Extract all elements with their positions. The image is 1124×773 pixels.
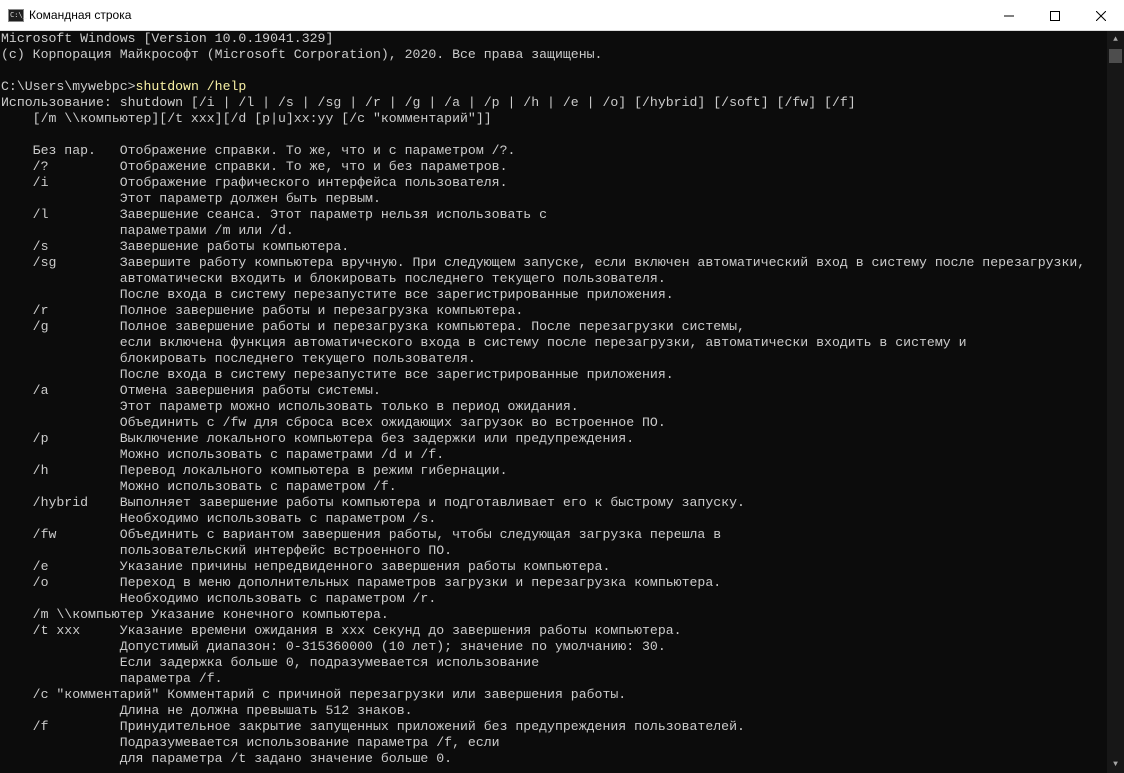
typed-command: shutdown /help (135, 79, 247, 94)
console-line: /fw Объединить с вариантом завершения ра… (1, 527, 722, 542)
console-line: /r Полное завершение работы и перезагруз… (1, 303, 524, 318)
window-controls (986, 0, 1124, 31)
scroll-up-arrow-icon[interactable]: ▲ (1107, 31, 1124, 48)
console-line: /? Отображение справки. То же, что и без… (1, 159, 508, 174)
console-line: Можно использовать с параметрами /d и /f… (1, 447, 445, 462)
console-line: (c) Корпорация Майкрософт (Microsoft Cor… (1, 47, 603, 62)
console-line: Этот параметр должен быть первым. (1, 191, 381, 206)
console-line: пользовательский интерфейс встроенного П… (1, 543, 453, 558)
console-line: /m \\компьютер Указание конечного компью… (1, 607, 389, 622)
console-line: Необходимо использовать с параметром /s. (1, 511, 437, 526)
console-line: /h Перевод локального компьютера в режим… (1, 463, 508, 478)
console-line: параметра /f. (1, 671, 223, 686)
vertical-scrollbar[interactable]: ▲ ▼ (1107, 31, 1124, 773)
maximize-icon (1050, 10, 1060, 21)
console-line: После входа в систему перезапустите все … (1, 367, 674, 382)
console-line: /s Завершение работы компьютера. (1, 239, 350, 254)
console-line: Этот параметр можно использовать только … (1, 399, 579, 414)
console-line: /c "комментарий" Комментарий с причиной … (1, 687, 627, 702)
console-line: /a Отмена завершения работы системы. (1, 383, 381, 398)
console-line: Длина не должна превышать 512 знаков. (1, 703, 413, 718)
console-line: /i Отображение графического интерфейса п… (1, 175, 508, 190)
prompt-path: C:\Users\mywebpc> (1, 79, 136, 94)
minimize-icon (1004, 15, 1014, 16)
window-title: Командная строка (29, 8, 132, 22)
console-line: для параметра /t задано значение больше … (1, 751, 453, 766)
console-line: Необходимо использовать с параметром /r. (1, 591, 437, 606)
prompt-line: C:\Users\mywebpc>shutdown /help (0, 79, 1107, 95)
console-line: /sg Завершите работу компьютера вручную.… (1, 255, 1086, 270)
scroll-down-arrow-icon[interactable]: ▼ (1107, 756, 1124, 773)
console-line: [/m \\компьютер][/t xxx][/d [p|u]xx:yy [… (1, 111, 492, 126)
console-line: /hybrid Выполняет завершение работы комп… (1, 495, 745, 510)
console-line: /l Завершение сеанса. Этот параметр нель… (1, 207, 548, 222)
console-line: /f Принудительное закрытие запущенных пр… (1, 719, 745, 734)
scrollbar-thumb[interactable] (1109, 49, 1122, 63)
console-line: После входа в систему перезапустите все … (1, 287, 674, 302)
console-line: /g Полное завершение работы и перезагруз… (1, 319, 745, 334)
minimize-button[interactable] (986, 0, 1032, 31)
console-line: /e Указание причины непредвиденного заве… (1, 559, 611, 574)
title-bar[interactable]: C:\_ Командная строка (0, 0, 1124, 31)
console-line: /p Выключение локального компьютера без … (1, 431, 635, 446)
close-icon (1096, 10, 1106, 21)
console-line: Объединить с /fw для сброса всех ожидающ… (1, 415, 666, 430)
console-line: Без пар. Отображение справки. То же, что… (1, 143, 516, 158)
console-line: параметрами /m или /d. (1, 223, 294, 238)
console-output[interactable]: Microsoft Windows [Version 10.0.19041.32… (0, 31, 1107, 773)
console-line: Если задержка больше 0, подразумевается … (1, 655, 540, 670)
console-line: /o Переход в меню дополнительных парамет… (1, 575, 722, 590)
maximize-button[interactable] (1032, 0, 1078, 31)
close-button[interactable] (1078, 0, 1124, 31)
console-line: Подразумевается использование параметра … (1, 735, 500, 750)
cmd-app-icon: C:\_ (8, 8, 27, 22)
console-line: Использование: shutdown [/i | /l | /s | … (1, 95, 856, 110)
console-line: Допустимый диапазон: 0-315360000 (10 лет… (1, 639, 666, 654)
console-line: автоматически входить и блокировать посл… (1, 271, 666, 286)
console-line: Microsoft Windows [Version 10.0.19041.32… (1, 31, 334, 46)
console-line: если включена функция автоматического вх… (1, 335, 967, 350)
console-line: блокировать последнего текущего пользова… (1, 351, 476, 366)
console-line: /t xxx Указание времени ожидания в xxx с… (1, 623, 682, 638)
console-line: Можно использовать с параметром /f. (1, 479, 397, 494)
